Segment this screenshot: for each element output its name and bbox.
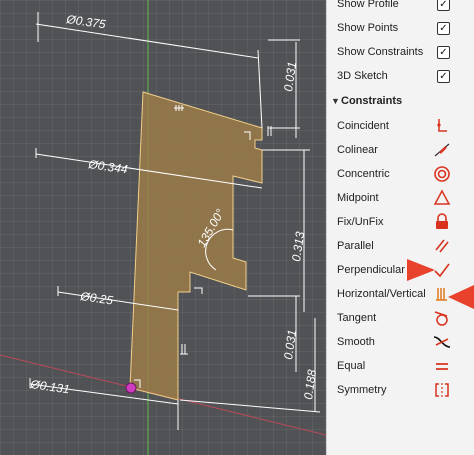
midpoint-icon[interactable] <box>431 187 453 209</box>
dim-width-low[interactable]: Ø0.25 <box>79 289 115 308</box>
dim-width-mid[interactable]: Ø0.344 <box>87 157 129 177</box>
option-show-constraints[interactable]: Show Constraints ✓ <box>327 40 474 64</box>
constraint-label: Equal <box>337 360 366 372</box>
concentric-icon[interactable] <box>431 163 453 185</box>
constraint-midpoint[interactable]: Midpoint <box>327 186 474 210</box>
dim-width-top[interactable]: Ø0.375 <box>65 12 107 32</box>
callout-arrow-horizontal-vertical <box>448 285 474 309</box>
constraint-label: Fix/UnFix <box>337 216 384 228</box>
constraint-perpendicular[interactable]: Perpendicular <box>327 258 474 282</box>
equal-icon[interactable] <box>431 355 453 377</box>
lock-icon[interactable] <box>431 211 453 233</box>
constraint-label: Midpoint <box>337 192 379 204</box>
show-points-checkbox[interactable]: ✓ <box>437 21 450 35</box>
constraint-parallel[interactable]: Parallel <box>327 234 474 258</box>
constraint-label: Perpendicular <box>337 264 405 276</box>
colinear-icon[interactable] <box>431 139 453 161</box>
constraints-section-title: Constraints <box>341 95 403 107</box>
option-show-profile[interactable]: Show Profile ✓ <box>327 0 474 16</box>
constraint-coincident[interactable]: Coincident <box>327 114 474 138</box>
constraint-smooth[interactable]: Smooth <box>327 330 474 354</box>
option-3d-sketch[interactable]: 3D Sketch ✓ <box>327 64 474 88</box>
show-constraints-checkbox[interactable]: ✓ <box>437 45 450 59</box>
callout-arrow-perpendicular <box>407 259 435 281</box>
constraint-label: Parallel <box>337 240 374 252</box>
constraints-section-header[interactable]: ▼ Constraints <box>327 90 474 112</box>
constraint-fix-unfix[interactable]: Fix/UnFix <box>327 210 474 234</box>
constraint-label: Concentric <box>337 168 390 180</box>
sketch-profile[interactable] <box>129 91 263 401</box>
constraint-label: Tangent <box>337 312 377 324</box>
constraint-concentric[interactable]: Concentric <box>327 162 474 186</box>
option-label: Show Points <box>337 22 399 34</box>
option-label: 3D Sketch <box>337 70 388 82</box>
dim-width-bottom[interactable]: Ø0.131 <box>29 377 71 396</box>
option-label: Show Profile <box>337 0 399 10</box>
constraint-colinear[interactable]: Colinear <box>327 138 474 162</box>
constraint-label: Smooth <box>337 336 375 348</box>
constraint-equal[interactable]: Equal <box>327 354 474 378</box>
sketch-viewport[interactable]: Ø0.375 0.031 Ø0.344 0.313 135.00° Ø0.25 … <box>0 0 326 455</box>
option-label: Show Constraints <box>337 46 424 58</box>
smooth-icon[interactable] <box>431 331 453 353</box>
symmetry-icon[interactable] <box>431 379 453 401</box>
constraint-label: Colinear <box>337 144 378 156</box>
constraint-label: Coincident <box>337 120 389 132</box>
constraint-label: Symmetry <box>337 384 387 396</box>
constraint-symmetry[interactable]: Symmetry <box>327 378 474 402</box>
parallel-icon[interactable] <box>431 235 453 257</box>
option-show-points[interactable]: Show Points ✓ <box>327 16 474 40</box>
3d-sketch-checkbox[interactable]: ✓ <box>437 69 450 83</box>
expand-triangle-icon[interactable]: ▼ <box>331 96 340 106</box>
coincident-icon[interactable] <box>431 115 453 137</box>
show-profile-checkbox[interactable]: ✓ <box>437 0 450 11</box>
sketch-canvas[interactable]: Ø0.375 0.031 Ø0.344 0.313 135.00° Ø0.25 … <box>0 0 326 455</box>
dim-height-bottom[interactable]: 0.188 <box>301 368 319 400</box>
origin-point[interactable] <box>125 382 137 394</box>
sketch-palette: Show Profile ✓ Show Points ✓ Show Constr… <box>326 0 474 455</box>
constraint-label: Horizontal/Vertical <box>337 288 426 300</box>
